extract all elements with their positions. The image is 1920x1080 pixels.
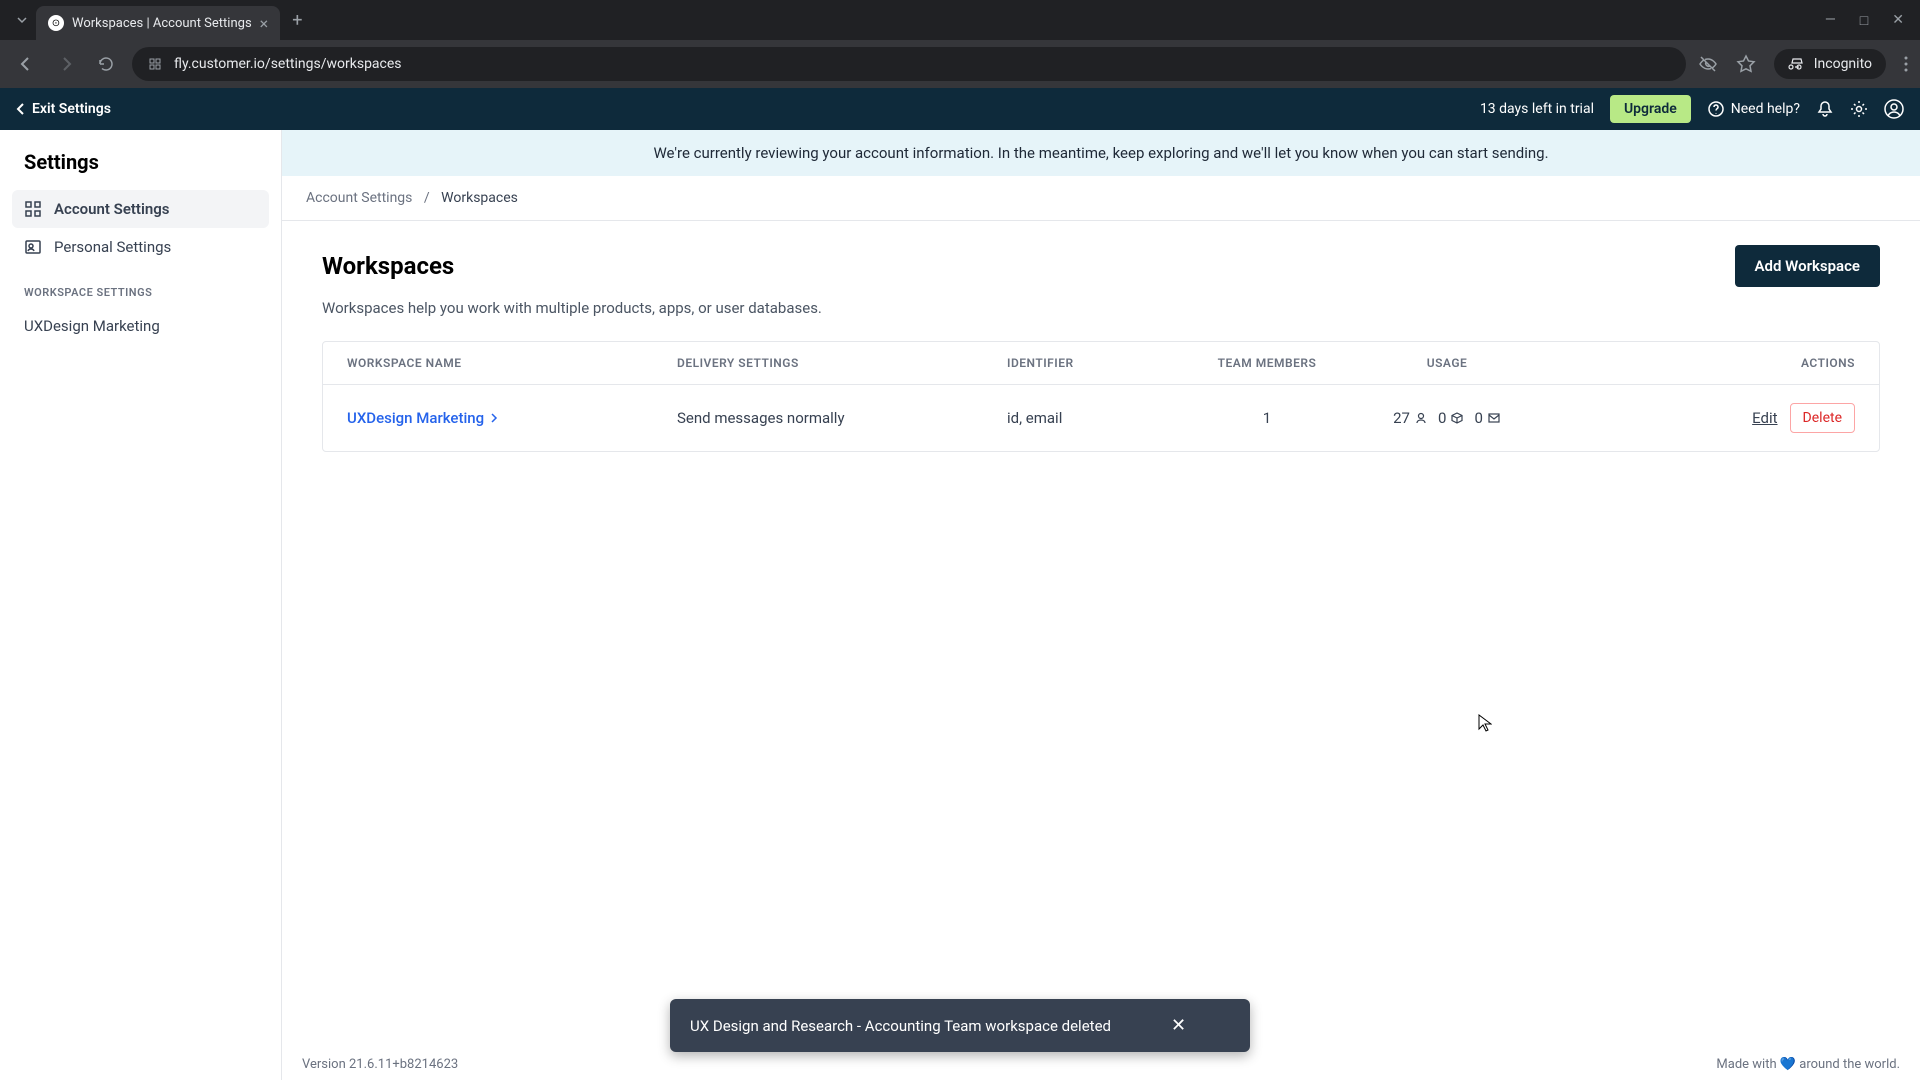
toast-notification: UX Design and Research - Accounting Team…: [670, 999, 1250, 1052]
page-title: Workspaces: [322, 252, 454, 280]
bookmark-star-icon[interactable]: [1736, 54, 1756, 74]
browser-tab[interactable]: ⊙ Workspaces | Account Settings ×: [36, 6, 280, 40]
page-description: Workspaces help you work with multiple p…: [322, 299, 1880, 317]
minimize-icon[interactable]: —: [1825, 12, 1836, 29]
breadcrumb-separator: /: [424, 190, 430, 206]
cell-identifier: id, email: [1007, 409, 1187, 427]
back-button[interactable]: [12, 55, 40, 73]
cell-usage: 27 0 0: [1347, 409, 1547, 427]
col-header-actions: ACTIONS: [1547, 356, 1855, 370]
new-tab-button[interactable]: +: [280, 10, 314, 31]
heart-icon: 💙: [1780, 1057, 1796, 1072]
info-banner: We're currently reviewing your account i…: [282, 130, 1920, 176]
url-text: fly.customer.io/settings/workspaces: [174, 56, 402, 72]
breadcrumb: Account Settings / Workspaces: [282, 176, 1920, 221]
trial-days-text: 13 days left in trial: [1480, 101, 1594, 117]
help-circle-icon: [1707, 100, 1725, 118]
tab-favicon: ⊙: [48, 15, 64, 31]
chevron-left-icon: [16, 102, 26, 116]
cell-delivery: Send messages normally: [677, 409, 1007, 427]
app-header: Exit Settings 13 days left in trial Upgr…: [0, 88, 1920, 130]
usage-messages-count: 0: [1474, 409, 1482, 427]
col-header-usage: USAGE: [1347, 356, 1547, 370]
exit-settings-link[interactable]: Exit Settings: [16, 101, 111, 117]
workspaces-table: WORKSPACE NAME DELIVERY SETTINGS IDENTIF…: [322, 341, 1880, 452]
delete-button[interactable]: Delete: [1790, 403, 1855, 433]
table-row: UXDesign Marketing Send messages normall…: [323, 385, 1879, 451]
sidebar-item-label: Account Settings: [54, 200, 170, 218]
cube-icon: [1450, 411, 1464, 425]
sidebar-item-label: Personal Settings: [54, 238, 171, 256]
incognito-icon: [1788, 55, 1806, 73]
window-controls: — □ ✕: [1825, 12, 1912, 29]
toast-message: UX Design and Research - Accounting Team…: [690, 1017, 1111, 1035]
envelope-icon: [1487, 411, 1501, 425]
close-window-icon[interactable]: ✕: [1892, 12, 1904, 29]
toast-close-icon[interactable]: ✕: [1171, 1015, 1186, 1036]
sidebar-item-personal-settings[interactable]: Personal Settings: [12, 228, 269, 266]
sidebar-title: Settings: [12, 150, 269, 190]
user-card-icon: [24, 238, 42, 256]
eye-off-icon[interactable]: [1698, 54, 1718, 74]
sidebar-item-account-settings[interactable]: Account Settings: [12, 190, 269, 228]
gear-icon[interactable]: [1850, 100, 1868, 118]
col-header-identifier: IDENTIFIER: [1007, 356, 1187, 370]
exit-settings-label: Exit Settings: [32, 101, 111, 117]
footer: Version 21.6.11+b8214623 Made with 💙 aro…: [282, 1049, 1920, 1080]
user-avatar-icon[interactable]: [1884, 99, 1904, 119]
chevron-right-icon: [490, 412, 498, 424]
kebab-menu-icon[interactable]: [1904, 55, 1908, 73]
reload-button[interactable]: [92, 55, 120, 73]
bell-icon[interactable]: [1816, 100, 1834, 118]
workspace-name-text: UXDesign Marketing: [347, 409, 484, 427]
forward-button[interactable]: [52, 55, 80, 73]
version-text: Version 21.6.11+b8214623: [302, 1057, 458, 1072]
sidebar-item-label: UXDesign Marketing: [24, 317, 160, 335]
usage-people-count: 27: [1393, 409, 1410, 427]
upgrade-button[interactable]: Upgrade: [1610, 95, 1691, 123]
browser-tab-bar: ⊙ Workspaces | Account Settings × + — □ …: [0, 0, 1920, 40]
tab-search-dropdown[interactable]: [8, 6, 36, 34]
person-icon: [1414, 411, 1428, 425]
col-header-delivery: DELIVERY SETTINGS: [677, 356, 1007, 370]
made-with-text: Made with 💙 around the world.: [1716, 1057, 1900, 1072]
need-help-link[interactable]: Need help?: [1707, 100, 1800, 118]
grid-icon: [24, 200, 42, 218]
add-workspace-button[interactable]: Add Workspace: [1735, 245, 1880, 287]
sidebar-section-header: WORKSPACE SETTINGS: [12, 266, 269, 307]
tab-close-icon[interactable]: ×: [260, 14, 269, 33]
incognito-label: Incognito: [1814, 56, 1872, 72]
edit-link[interactable]: Edit: [1752, 409, 1777, 427]
maximize-icon[interactable]: □: [1860, 12, 1868, 29]
workspace-name-link[interactable]: UXDesign Marketing: [347, 409, 677, 427]
sidebar-item-workspace[interactable]: UXDesign Marketing: [12, 307, 269, 345]
content-area: We're currently reviewing your account i…: [282, 130, 1920, 1080]
site-info-icon[interactable]: [148, 57, 162, 71]
cell-members: 1: [1187, 409, 1347, 427]
table-header: WORKSPACE NAME DELIVERY SETTINGS IDENTIF…: [323, 342, 1879, 385]
breadcrumb-parent[interactable]: Account Settings: [306, 190, 412, 206]
incognito-badge[interactable]: Incognito: [1774, 49, 1886, 79]
tab-title: Workspaces | Account Settings: [72, 16, 252, 31]
breadcrumb-current: Workspaces: [441, 190, 518, 206]
need-help-label: Need help?: [1731, 101, 1800, 117]
col-header-members: TEAM MEMBERS: [1187, 356, 1347, 370]
browser-toolbar: fly.customer.io/settings/workspaces Inco…: [0, 40, 1920, 88]
col-header-name: WORKSPACE NAME: [347, 356, 677, 370]
sidebar: Settings Account Settings Personal Setti…: [0, 130, 282, 1080]
usage-objects-count: 0: [1438, 409, 1446, 427]
address-bar[interactable]: fly.customer.io/settings/workspaces: [132, 47, 1686, 81]
